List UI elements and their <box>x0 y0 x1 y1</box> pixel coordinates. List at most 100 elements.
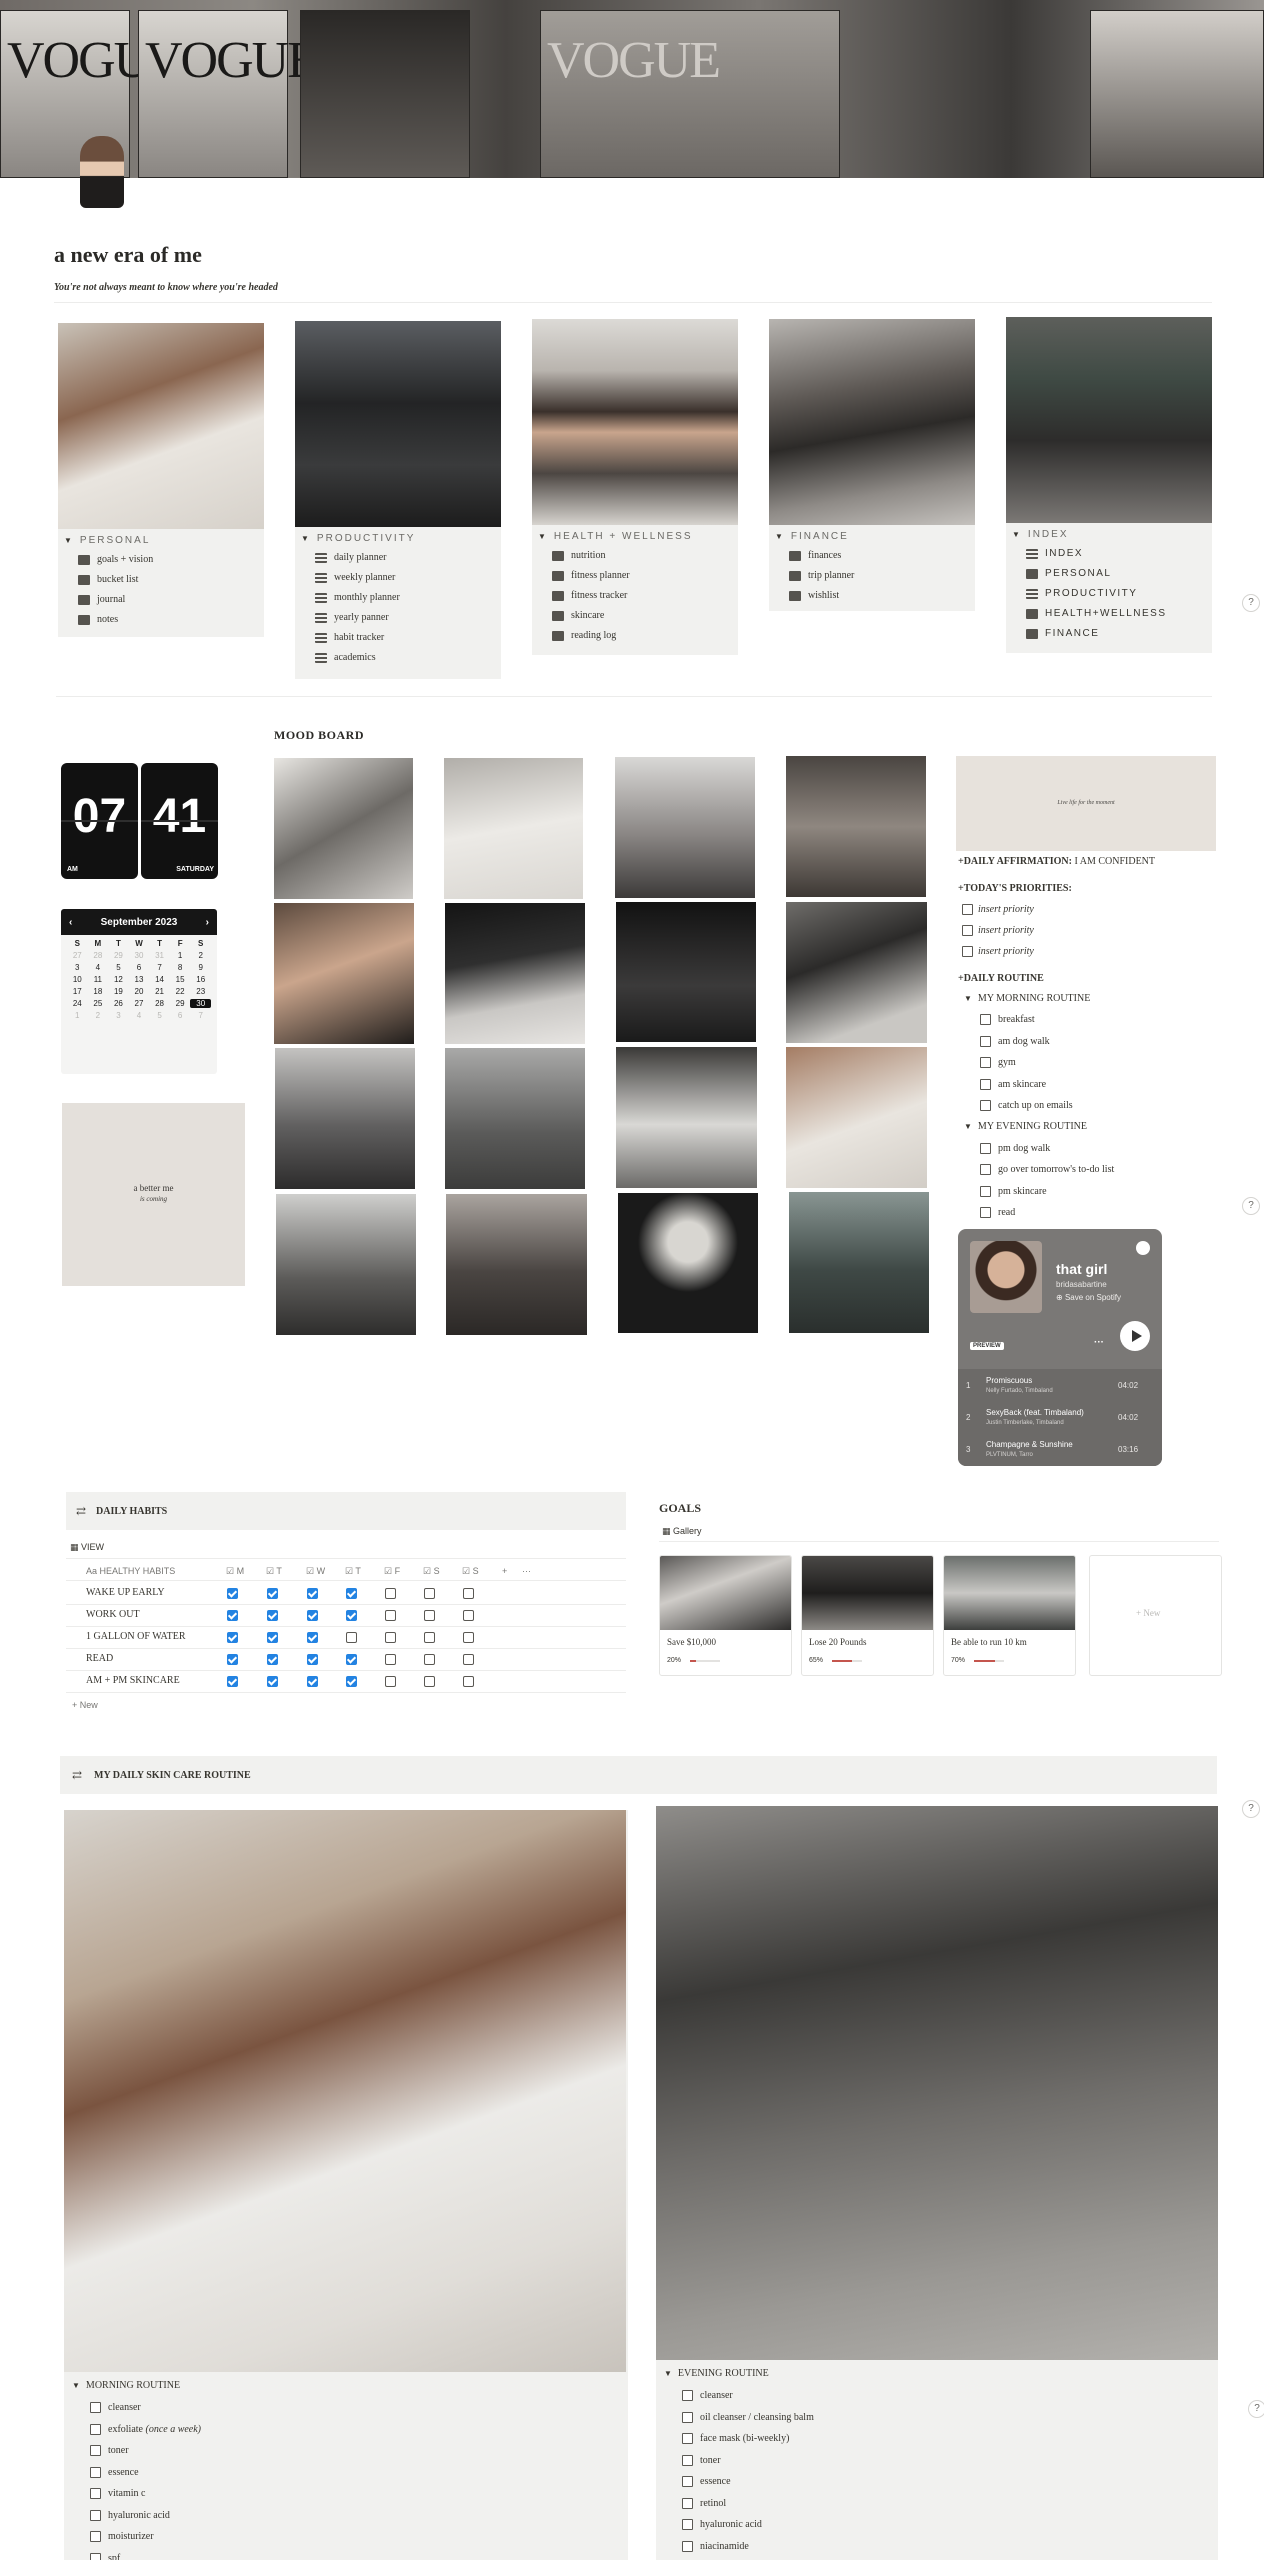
calendar-day[interactable]: 21 <box>149 987 170 996</box>
column-header-day[interactable]: ☑ W <box>306 1566 325 1577</box>
habit-checkbox[interactable] <box>267 1588 278 1599</box>
habit-checkbox[interactable] <box>424 1654 435 1665</box>
calendar-day[interactable]: 3 <box>67 963 88 972</box>
category-toggle[interactable]: ▼ HEALTH + WELLNESS <box>532 525 738 546</box>
routine-checkbox[interactable] <box>980 1164 991 1175</box>
habit-checkbox[interactable] <box>463 1676 474 1687</box>
mood-image[interactable] <box>274 758 413 899</box>
category-toggle[interactable]: ▼ INDEX <box>1006 523 1212 544</box>
page-link[interactable]: nutrition <box>532 546 738 566</box>
habit-checkbox[interactable] <box>227 1654 238 1665</box>
page-link[interactable]: notes <box>58 610 264 630</box>
category-toggle[interactable]: ▼ FINANCE <box>769 525 975 546</box>
spotify-embed[interactable]: that girl bridasabartine ⊕ Save on Spoti… <box>958 1229 1162 1466</box>
routine-checkbox[interactable] <box>90 2402 101 2413</box>
mood-image[interactable] <box>786 1047 927 1188</box>
page-link[interactable]: academics <box>295 648 501 668</box>
routine-checkbox[interactable] <box>980 1207 991 1218</box>
calendar-day[interactable]: 18 <box>88 987 109 996</box>
routine-checkbox[interactable] <box>980 1014 991 1025</box>
routine-checkbox[interactable] <box>980 1057 991 1068</box>
habit-checkbox[interactable] <box>463 1610 474 1621</box>
habit-name[interactable]: READ <box>86 1653 113 1664</box>
routine-checkbox[interactable] <box>682 2540 693 2552</box>
habit-checkbox[interactable] <box>267 1632 278 1643</box>
calendar-day[interactable]: 9 <box>190 963 211 972</box>
habit-checkbox[interactable] <box>227 1632 238 1643</box>
habit-checkbox[interactable] <box>463 1632 474 1643</box>
calendar-day[interactable]: 30 <box>129 951 150 960</box>
routine-checkbox[interactable] <box>682 2519 693 2530</box>
evening-routine-toggle[interactable]: ▼ MY EVENING ROUTINE <box>964 1121 1087 1132</box>
calendar-day[interactable]: 6 <box>129 963 150 972</box>
page-link[interactable]: journal <box>58 590 264 610</box>
habits-header[interactable]: DAILY HABITS ⇄ <box>66 1492 626 1530</box>
habit-checkbox[interactable] <box>307 1632 318 1643</box>
routine-checkbox[interactable] <box>682 2390 693 2401</box>
more-options-button[interactable]: ··· <box>1094 1337 1104 1348</box>
page-link[interactable]: trip planner <box>769 566 975 586</box>
routine-checkbox[interactable] <box>682 2411 693 2423</box>
help-button[interactable]: ? <box>1248 2400 1264 2418</box>
routine-checkbox[interactable] <box>90 2423 101 2435</box>
calendar-day[interactable]: 10 <box>67 975 88 984</box>
column-header-day[interactable]: ☑ F <box>384 1566 400 1577</box>
help-button[interactable]: ? <box>1242 1197 1260 1215</box>
habit-checkbox[interactable] <box>346 1632 357 1643</box>
calendar-day[interactable]: 8 <box>170 963 191 972</box>
habit-checkbox[interactable] <box>385 1676 396 1687</box>
habit-name[interactable]: 1 GALLON OF WATER <box>86 1631 186 1642</box>
column-header-day[interactable]: ☑ S <box>462 1566 479 1577</box>
page-link[interactable]: PRODUCTIVITY <box>1006 584 1212 604</box>
habit-checkbox[interactable] <box>463 1588 474 1599</box>
track-row[interactable]: 3 Champagne & Sunshine PLVTINUM, Tarro 03:1… <box>958 1435 1162 1466</box>
mood-image[interactable] <box>276 1194 416 1335</box>
habit-checkbox[interactable] <box>346 1610 357 1621</box>
habit-checkbox[interactable] <box>267 1676 278 1687</box>
help-button[interactable]: ? <box>1242 1800 1260 1818</box>
skincare-header[interactable]: ⇄ MY DAILY SKIN CARE ROUTINE <box>60 1756 1217 1794</box>
page-link[interactable]: FINANCE <box>1006 624 1212 644</box>
calendar-prev-button[interactable]: ‹ <box>69 917 72 928</box>
routine-checkbox[interactable] <box>90 2509 101 2521</box>
priority-checkbox[interactable] <box>962 946 973 957</box>
page-link[interactable]: daily planner <box>295 548 501 568</box>
category-toggle[interactable]: ▼ PRODUCTIVITY <box>295 527 501 548</box>
habits-view-tab[interactable]: ▦ VIEW <box>70 1542 104 1553</box>
calendar-day[interactable]: 5 <box>108 963 129 972</box>
morning-routine-toggle[interactable]: ▼ MORNING ROUTINE <box>72 2380 180 2391</box>
routine-checkbox[interactable] <box>682 2433 693 2444</box>
habit-name[interactable]: WAKE UP EARLY <box>86 1587 165 1598</box>
calendar-day[interactable]: 26 <box>108 999 129 1008</box>
calendar-day[interactable]: 30 <box>190 999 211 1008</box>
routine-checkbox[interactable] <box>980 1100 991 1111</box>
calendar-day[interactable]: 13 <box>129 975 150 984</box>
calendar-day[interactable]: 25 <box>88 999 109 1008</box>
page-link[interactable]: skincare <box>532 606 738 626</box>
calendar-day[interactable]: 4 <box>88 963 109 972</box>
add-column-button[interactable]: + <box>502 1566 507 1576</box>
routine-checkbox[interactable] <box>980 1036 991 1047</box>
mood-image[interactable] <box>786 902 927 1043</box>
habit-checkbox[interactable] <box>463 1654 474 1665</box>
calendar-day[interactable]: 27 <box>129 999 150 1008</box>
page-link[interactable]: monthly planner <box>295 588 501 608</box>
calendar-day[interactable]: 20 <box>129 987 150 996</box>
routine-checkbox[interactable] <box>90 2531 101 2542</box>
mood-image[interactable] <box>615 757 755 898</box>
playlist-name[interactable]: that girl <box>1056 1261 1107 1277</box>
mood-image[interactable] <box>618 1193 758 1333</box>
goal-card[interactable]: Be able to run 10 km 70% <box>943 1555 1076 1676</box>
routine-checkbox[interactable] <box>980 1186 991 1197</box>
calendar-day[interactable]: 7 <box>149 963 170 972</box>
page-link[interactable]: bucket list <box>58 570 264 590</box>
mood-image[interactable] <box>445 1048 585 1189</box>
calendar-day[interactable]: 1 <box>170 951 191 960</box>
habit-checkbox[interactable] <box>385 1588 396 1599</box>
evening-routine-toggle[interactable]: ▼ EVENING ROUTINE <box>664 2368 769 2379</box>
category-card-productivity[interactable]: ▼ PRODUCTIVITY daily planner weekly plann… <box>295 321 501 679</box>
category-card-index[interactable]: ▼ INDEX INDEX PERSONAL PRODUCTIVITY HEALT… <box>1006 317 1212 653</box>
calendar-day[interactable]: 7 <box>190 1011 211 1020</box>
habit-checkbox[interactable] <box>424 1610 435 1621</box>
routine-checkbox[interactable] <box>90 2488 101 2499</box>
